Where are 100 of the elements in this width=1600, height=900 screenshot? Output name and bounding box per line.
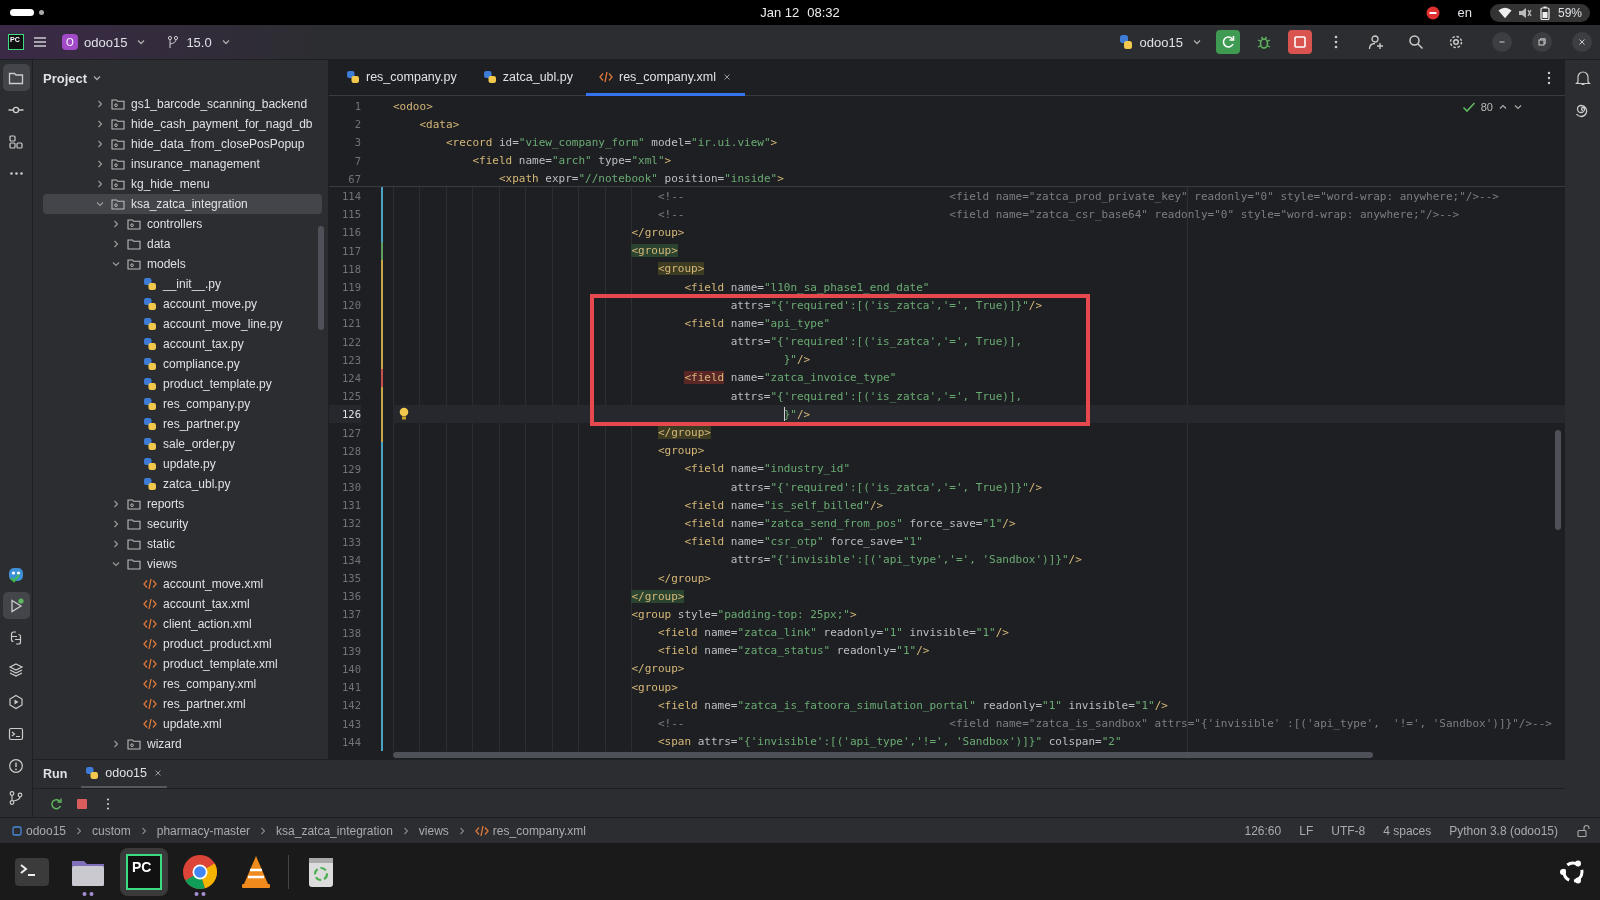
line-separator[interactable]: LF xyxy=(1299,823,1314,838)
editor-tab[interactable]: res_company.py xyxy=(333,60,470,96)
tree-item[interactable]: gs1_barcode_scanning_backend xyxy=(43,94,322,114)
breadcrumb[interactable]: res_company.xml xyxy=(472,823,588,838)
language-indicator[interactable]: en xyxy=(1457,5,1472,20)
chevron-right-icon[interactable] xyxy=(111,239,121,249)
tree-item[interactable]: kg_hide_menu xyxy=(43,174,322,194)
tree-item[interactable]: security xyxy=(43,514,322,534)
chevron-right-icon[interactable] xyxy=(111,519,121,529)
tree-item[interactable]: product_template.xml xyxy=(43,654,322,674)
chevron-up-icon[interactable] xyxy=(1498,102,1508,112)
project-tool-button[interactable] xyxy=(2,64,30,91)
chevron-down-icon[interactable] xyxy=(1513,102,1523,112)
tree-item[interactable]: res_partner.py xyxy=(43,414,322,434)
tree-item[interactable]: insurance_management xyxy=(43,154,322,174)
lightbulb-icon[interactable] xyxy=(398,407,410,422)
chevron-right-icon[interactable] xyxy=(111,499,121,509)
tree-item[interactable]: models xyxy=(43,254,322,274)
tree-item[interactable]: __init__.py xyxy=(43,274,322,294)
lock-icon[interactable] xyxy=(1576,823,1590,838)
search-icon[interactable] xyxy=(1408,34,1424,50)
stop-button[interactable] xyxy=(1288,30,1312,54)
editor-tab[interactable]: res_company.xml xyxy=(586,60,745,96)
chevron-right-icon[interactable] xyxy=(111,539,121,549)
chevron-right-icon[interactable] xyxy=(111,739,121,749)
tree-item[interactable]: client_action.xml xyxy=(43,614,322,634)
tree-item[interactable]: data xyxy=(43,234,322,254)
battery-icon xyxy=(1537,5,1552,20)
project-view-dropdown[interactable]: Project xyxy=(41,68,105,88)
tree-item[interactable]: reports xyxy=(43,494,322,514)
tree-item[interactable]: res_partner.xml xyxy=(43,694,322,714)
run-configuration-dropdown[interactable]: odoo15 xyxy=(1111,30,1208,54)
tree-item[interactable]: account_move_line.py xyxy=(43,314,322,334)
tree-item[interactable]: account_move.py xyxy=(43,294,322,314)
tree-item[interactable]: product_template.py xyxy=(43,374,322,394)
tree-item[interactable]: account_tax.xml xyxy=(43,594,322,614)
tree-item[interactable]: hide_cash_payment_for_nagd_db xyxy=(43,114,322,134)
dock-app-button[interactable]: PC xyxy=(120,847,168,896)
branch-switcher[interactable]: 15.0 xyxy=(160,30,237,54)
notifications-icon[interactable] xyxy=(1574,70,1591,86)
breadcrumb[interactable]: odoo15 xyxy=(10,823,69,838)
run-tool-button[interactable] xyxy=(2,592,30,619)
chevron-down-icon[interactable] xyxy=(111,559,121,569)
scrollbar[interactable] xyxy=(1555,430,1561,530)
chevron-right-icon[interactable] xyxy=(95,159,105,169)
chevron-down-icon[interactable] xyxy=(111,259,121,269)
add-user-icon[interactable] xyxy=(1368,34,1384,50)
chevron-right-icon[interactable] xyxy=(95,179,105,189)
line-number: 126 xyxy=(329,405,361,424)
project-switcher[interactable]: O odoo15 xyxy=(56,30,153,54)
breadcrumb[interactable]: custom xyxy=(90,823,133,838)
settings-icon[interactable] xyxy=(1448,34,1464,50)
breadcrumb[interactable]: pharmacy-master xyxy=(154,823,253,838)
tree-item[interactable]: sale_order.py xyxy=(43,434,322,454)
tree-item[interactable]: res_company.py xyxy=(43,394,322,414)
restore-button[interactable] xyxy=(1532,32,1552,52)
run-tab[interactable]: odoo15 xyxy=(81,760,168,788)
editor-tab[interactable]: zatca_ubl.py xyxy=(469,60,586,96)
line-number: 117 xyxy=(341,243,361,259)
system-status-menu[interactable]: 59% xyxy=(1489,3,1590,22)
activities-indicator[interactable] xyxy=(10,9,34,16)
tree-item[interactable]: compliance.py xyxy=(43,354,322,374)
stop-icon[interactable] xyxy=(75,796,89,811)
tree-item[interactable]: controllers xyxy=(43,214,322,234)
rerun-button[interactable] xyxy=(1216,30,1240,54)
tree-item[interactable]: account_tax.py xyxy=(43,334,322,354)
chevron-right-icon[interactable] xyxy=(95,119,105,129)
chevron-right-icon[interactable] xyxy=(95,139,105,149)
code-line: </group> xyxy=(630,588,686,605)
tree-item[interactable]: wizard xyxy=(43,734,322,754)
tree-item[interactable]: zatca_ubl.py xyxy=(43,474,322,494)
file-encoding[interactable]: UTF-8 xyxy=(1331,823,1366,838)
tree-item[interactable]: product_product.xml xyxy=(43,634,322,654)
tree-item[interactable]: ksa_zatca_integration xyxy=(43,194,322,214)
tree-item[interactable]: res_company.xml xyxy=(43,674,322,694)
tree-item[interactable]: update.xml xyxy=(43,714,322,734)
tree-item[interactable]: hide_data_from_closePosPopup xyxy=(43,134,322,154)
chevron-right-icon[interactable] xyxy=(95,99,105,109)
menu-icon[interactable] xyxy=(32,34,48,50)
indent-setting[interactable]: 4 spaces xyxy=(1383,823,1432,838)
do-not-disturb-icon[interactable] xyxy=(1425,5,1440,20)
debug-icon[interactable] xyxy=(1256,34,1272,50)
chevron-down-icon[interactable] xyxy=(95,199,105,209)
close-icon[interactable] xyxy=(722,71,732,82)
close-button[interactable] xyxy=(1572,32,1592,52)
python-interpreter[interactable]: Python 3.8 (odoo15) xyxy=(1449,823,1558,838)
close-icon[interactable] xyxy=(153,768,164,778)
scrollbar[interactable] xyxy=(318,226,324,330)
chevron-right-icon[interactable] xyxy=(111,219,121,229)
tree-item[interactable]: static xyxy=(43,534,322,554)
inspection-count[interactable]: 80 xyxy=(1480,101,1493,113)
rerun-icon[interactable] xyxy=(49,796,63,811)
tree-item[interactable]: account_move.xml xyxy=(43,574,322,594)
tree-item[interactable]: views xyxy=(43,554,322,574)
breadcrumb[interactable]: views xyxy=(416,823,451,838)
scrollbar[interactable] xyxy=(393,751,1373,758)
breadcrumb[interactable]: ksa_zatca_integration xyxy=(274,823,395,838)
tree-item[interactable]: update.py xyxy=(43,454,322,474)
code-line: attrs="{'required':[('is_zatca','=', True)]}"/> xyxy=(729,479,1044,496)
cursor-position[interactable]: 126:60 xyxy=(1244,823,1282,838)
